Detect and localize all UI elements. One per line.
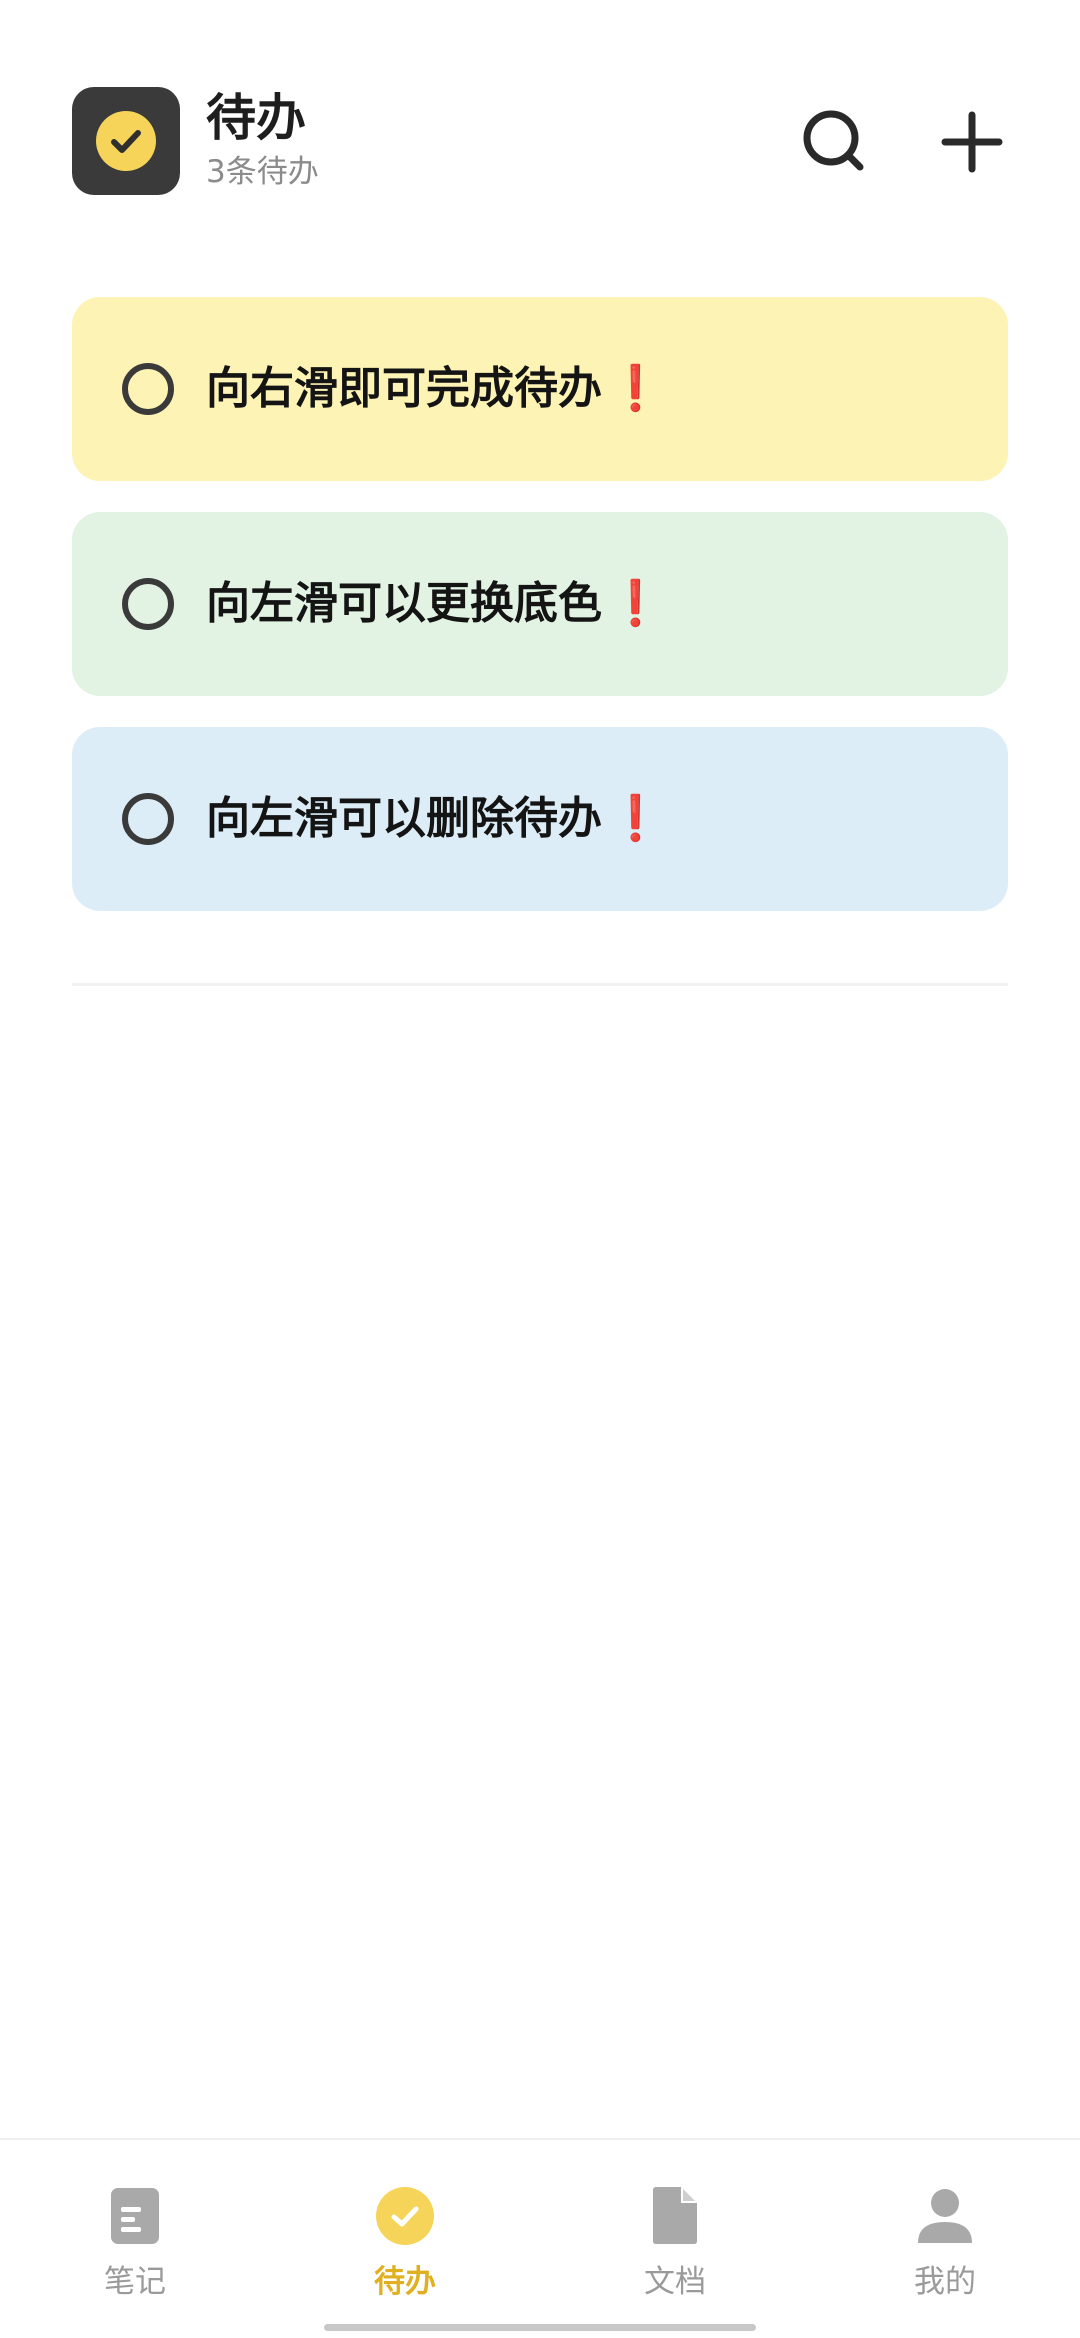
app-icon xyxy=(72,87,180,195)
nav-label: 文档 xyxy=(644,2264,706,2300)
add-todo-button[interactable] xyxy=(927,97,1017,187)
check-circle-icon xyxy=(96,111,156,171)
complete-checkbox[interactable] xyxy=(122,793,174,845)
complete-checkbox[interactable] xyxy=(122,578,174,630)
nav-label: 笔记 xyxy=(104,2264,166,2300)
nav-label: 待办 xyxy=(374,2264,436,2300)
todo-list: 向右滑即可完成待办 ❗ 向左滑可以更换底色 ❗ 向左滑可以删除待办 ❗ xyxy=(72,297,1008,942)
todo-item[interactable]: 向左滑可以删除待办 ❗ xyxy=(72,727,1008,911)
complete-checkbox[interactable] xyxy=(122,363,174,415)
important-flag: ❗ xyxy=(608,363,663,414)
note-icon xyxy=(105,2186,165,2246)
important-flag: ❗ xyxy=(608,793,663,844)
nav-item-notes[interactable]: 笔记 xyxy=(0,2140,270,2338)
nav-item-docs[interactable]: 文档 xyxy=(540,2140,810,2338)
page-title: 待办 xyxy=(206,89,306,147)
todo-page: 待办 3条待办 向右滑即可完成待办 ❗ 向左滑可以更换底色 ❗ 向左滑可以删除待… xyxy=(0,0,1080,2338)
document-icon xyxy=(645,2186,705,2246)
nav-label: 我的 xyxy=(914,2264,976,2300)
home-indicator[interactable] xyxy=(324,2324,756,2331)
todo-count: 3条待办 xyxy=(206,154,319,190)
header: 待办 3条待办 xyxy=(0,0,1080,240)
profile-icon xyxy=(915,2186,975,2246)
todo-check-icon xyxy=(375,2186,435,2246)
plus-icon xyxy=(941,111,1003,173)
todo-text: 向左滑可以删除待办 xyxy=(206,793,602,844)
todo-item[interactable]: 向右滑即可完成待办 ❗ xyxy=(72,297,1008,481)
todo-item[interactable]: 向左滑可以更换底色 ❗ xyxy=(72,512,1008,696)
search-button[interactable] xyxy=(790,97,880,187)
nav-item-todos[interactable]: 待办 xyxy=(270,2140,540,2338)
todo-text: 向右滑即可完成待办 xyxy=(206,363,602,414)
important-flag: ❗ xyxy=(608,578,663,629)
todo-text: 向左滑可以更换底色 xyxy=(206,578,602,629)
list-divider xyxy=(72,983,1008,986)
search-icon xyxy=(803,110,864,171)
bottom-nav: 笔记 待办 文档 我的 xyxy=(0,2138,1080,2338)
nav-item-profile[interactable]: 我的 xyxy=(810,2140,1080,2338)
